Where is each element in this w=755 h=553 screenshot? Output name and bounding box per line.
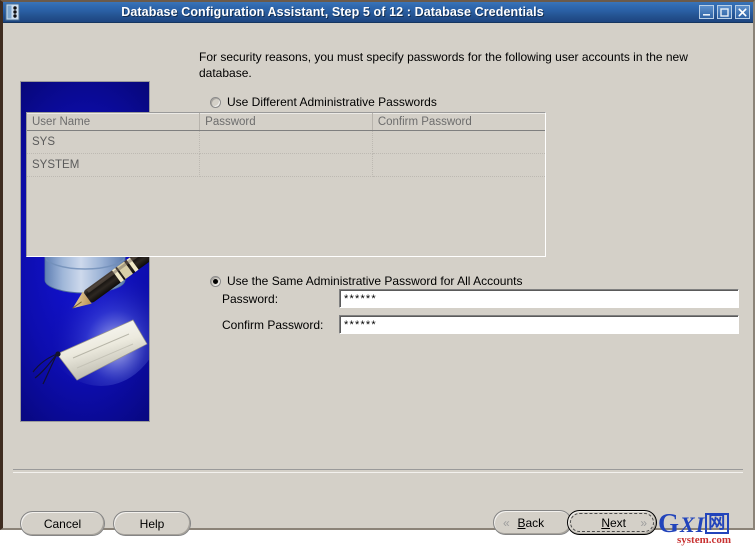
accounts-table[interactable]: User Name Password Confirm Password SYS … xyxy=(26,112,546,257)
confirm-password-label: Confirm Password: xyxy=(222,317,324,332)
next-rest: ext xyxy=(609,515,626,530)
radio-use-different-passwords[interactable]: Use Different Administrative Passwords xyxy=(210,93,742,111)
application-window: Database Configuration Assistant, Step 5… xyxy=(0,0,755,546)
watermark-g: G xyxy=(658,508,681,538)
column-header-user-name[interactable]: User Name xyxy=(27,113,201,131)
window-title: Database Configuration Assistant, Step 5… xyxy=(121,5,544,19)
password-input[interactable]: ****** xyxy=(339,289,739,308)
table-header-row: User Name Password Confirm Password xyxy=(27,113,545,131)
client-area: For security reasons, you must specify p… xyxy=(3,23,753,546)
password-field-row: Password: ****** xyxy=(222,289,739,308)
cell-password[interactable] xyxy=(199,130,373,154)
radio-different-indicator[interactable] xyxy=(210,96,221,108)
help-button-label: Help xyxy=(139,516,165,531)
close-button[interactable] xyxy=(735,5,750,19)
next-mnemonic: N xyxy=(601,515,610,530)
watermark-cjk: 网 xyxy=(705,513,730,534)
password-label: Password: xyxy=(222,291,279,306)
intro-text: For security reasons, you must specify p… xyxy=(199,50,688,80)
chevron-right-icon: » xyxy=(640,515,647,530)
radio-use-same-password[interactable]: Use the Same Administrative Password for… xyxy=(210,272,522,290)
back-button-label: Back xyxy=(517,516,544,530)
cancel-button[interactable]: Cancel xyxy=(20,511,105,536)
table-row[interactable]: SYSTEM xyxy=(27,153,545,177)
watermark-sub: system.com xyxy=(677,534,732,546)
confirm-password-field-row: Confirm Password: ****** xyxy=(222,315,739,334)
cell-user-name[interactable]: SYS xyxy=(27,130,201,154)
help-button[interactable]: Help xyxy=(113,511,191,536)
dbca-app-icon xyxy=(4,3,22,21)
next-button-label: Next xyxy=(601,516,626,530)
cell-password[interactable] xyxy=(199,153,373,177)
site-watermark: GXI 网 system.com xyxy=(658,510,755,553)
confirm-password-input[interactable]: ****** xyxy=(339,315,739,334)
radio-different-label: Use Different Administrative Passwords xyxy=(227,95,437,109)
next-button[interactable]: Next » xyxy=(567,510,657,535)
back-mnemonic: B xyxy=(517,515,526,530)
footer-divider xyxy=(13,469,743,473)
column-header-password[interactable]: Password xyxy=(199,113,373,131)
watermark-xi: XI xyxy=(680,512,706,537)
back-button[interactable]: « Back xyxy=(493,510,572,535)
cell-confirm-password[interactable] xyxy=(372,130,545,154)
watermark-main: GXI 网 xyxy=(658,510,755,538)
chevron-left-icon: « xyxy=(503,515,510,530)
radio-same-indicator[interactable] xyxy=(210,275,221,287)
cell-user-name[interactable]: SYSTEM xyxy=(27,153,201,177)
radio-same-label: Use the Same Administrative Password for… xyxy=(227,274,523,288)
back-rest: ack xyxy=(525,515,545,530)
cancel-button-label: Cancel xyxy=(43,516,82,531)
wizard-main-pane: For security reasons, you must specify p… xyxy=(199,49,742,114)
title-bar[interactable]: Database Configuration Assistant, Step 5… xyxy=(3,2,753,23)
table-row[interactable]: SYS xyxy=(27,130,545,154)
maximize-button[interactable] xyxy=(717,5,732,19)
minimize-button[interactable] xyxy=(699,5,714,19)
cell-confirm-password[interactable] xyxy=(372,153,545,177)
column-header-confirm-password[interactable]: Confirm Password xyxy=(372,113,545,131)
